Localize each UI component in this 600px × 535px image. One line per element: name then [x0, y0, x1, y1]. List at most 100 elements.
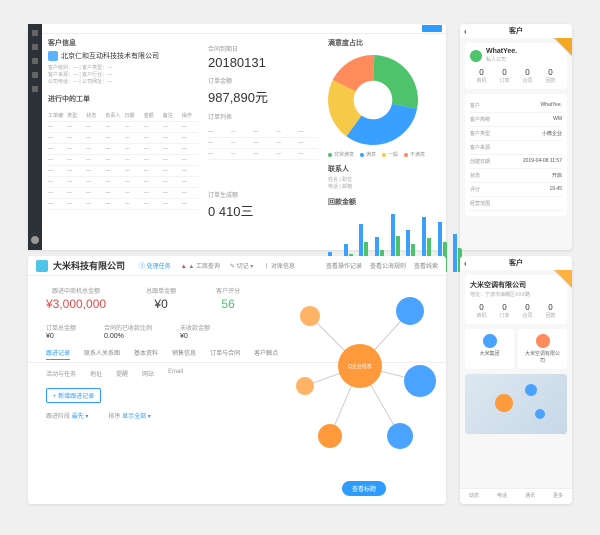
nav-item[interactable]: 电话 [488, 489, 516, 504]
info-row: 状态开启 [470, 169, 562, 183]
page-title: 客户 [509, 258, 523, 268]
mobile-header: ‹ 客户 [460, 24, 572, 38]
tab[interactable]: ① 处理任务 [139, 261, 171, 270]
topbar [42, 24, 446, 34]
link[interactable]: 查看公海规则 [370, 261, 406, 270]
nav-item[interactable]: 更多 [544, 489, 572, 504]
stat-row: 0商机 0订单 0合同 0回款 [470, 303, 562, 319]
table-row[interactable]: ———————— [48, 166, 198, 177]
kpi: 总跟单金额¥0 [146, 286, 176, 311]
link[interactable]: 查看线索 [414, 261, 438, 270]
nav-item[interactable]: 动态 [460, 489, 488, 504]
mobile-header: ‹ 客户 [460, 256, 572, 270]
pie-chart [328, 55, 418, 145]
stat[interactable]: 0合同 [522, 68, 532, 84]
table-row[interactable]: ———————— [48, 122, 198, 133]
kpi-label: 合同到期日 [208, 44, 318, 53]
relationship-graph[interactable]: Q企业信息 [280, 286, 440, 464]
dropdown[interactable]: 显示全部 ▾ [122, 414, 151, 420]
filter[interactable]: 地址 [90, 369, 102, 378]
tab[interactable]: 联系人关系图 [84, 348, 120, 360]
graph-node [525, 384, 537, 396]
section-title: 客户信息 [48, 38, 198, 48]
recommend-card[interactable]: 大米空调有限公司 [518, 329, 567, 369]
info-row: 创建日期2019-04-08 11:57 [470, 155, 562, 169]
dropdown[interactable]: 最先 ▾ [72, 414, 89, 420]
table-row[interactable]: ————— [208, 127, 318, 138]
stat[interactable]: 0回款 [545, 303, 555, 319]
stat[interactable]: 0合同 [522, 303, 532, 319]
stat[interactable]: 0订单 [499, 68, 509, 84]
back-icon[interactable]: ‹ [464, 259, 467, 268]
tab[interactable]: 丨 对账信息 [263, 261, 295, 270]
table-row[interactable]: ———————— [48, 177, 198, 188]
back-icon[interactable]: ‹ [464, 27, 467, 36]
chart-title: 满意度占比 [328, 38, 466, 48]
tab[interactable]: 订单与合同 [210, 348, 240, 360]
recommend-card[interactable]: 大米集团 [465, 329, 514, 369]
new-button[interactable] [422, 25, 442, 32]
nav-icon[interactable] [32, 44, 38, 50]
customer-icon [48, 51, 58, 61]
filter[interactable]: 网站 [142, 369, 154, 378]
kpi-label: 订单金额 [208, 76, 318, 85]
table-row[interactable]: ————— [208, 149, 318, 160]
link[interactable]: 查看操作记录 [326, 261, 362, 270]
avatar-icon [470, 50, 482, 62]
table-row[interactable]: ———————— [48, 188, 198, 199]
tab[interactable]: 基本资料 [134, 348, 158, 360]
nav-icon[interactable] [32, 58, 38, 64]
stat[interactable]: 0商机 [476, 303, 486, 319]
left-nav [28, 24, 42, 250]
table-row[interactable]: ————— [208, 138, 318, 149]
contact-meta: 姓名 | 职位电话 | 邮箱 [328, 177, 466, 191]
customer-row[interactable]: 北京仁和互动科技技术有限公司 [48, 51, 198, 61]
nav-icon[interactable] [32, 86, 38, 92]
avatar[interactable] [31, 236, 39, 244]
stat[interactable]: 0订单 [499, 303, 509, 319]
crm-dashboard: 客户信息 北京仁和互动科技技术有限公司 客户级别：— | 客户类型：—客户来源：… [28, 24, 446, 250]
tab[interactable]: ✎ 切记 ▾ [230, 261, 253, 270]
customer-card: WhatYee.私人公司 0商机 0订单 0合同 0回款 [465, 43, 567, 89]
kpi-value: 0 410三 [208, 201, 318, 220]
filter[interactable]: 活动与任务 [46, 369, 76, 378]
customer-name: 北京仁和互动科技技术有限公司 [61, 51, 159, 61]
filter[interactable]: 提醒 [116, 369, 128, 378]
bar-title: 回款金额 [328, 197, 466, 207]
kpi: 跟进中商机总金额¥3,000,000 [46, 286, 106, 311]
mobile-customer-recommend: ‹ 客户 大米空调有限公司 地址：宁波市海曙区XXX路 0商机 0订单 0合同 0… [460, 256, 572, 504]
page-title: 客户 [509, 26, 523, 36]
info-row: 客户类型小微企业 [470, 127, 562, 141]
customer-card: 大米空调有限公司 地址：宁波市海曙区XXX路 0商机 0订单 0合同 0回款 [465, 275, 567, 324]
tab[interactable]: ▲ ▲ 工商查询 [181, 261, 220, 270]
stat[interactable]: 0商机 [476, 68, 486, 84]
recommend-cards: 大米集团 大米空调有限公司 [460, 329, 572, 369]
tab[interactable]: 客户触点 [254, 348, 278, 360]
nav-item[interactable]: 通讯 [516, 489, 544, 504]
nav-icon[interactable] [32, 72, 38, 78]
mobile-customer-detail: ‹ 客户 WhatYee.私人公司 0商机 0订单 0合同 0回款 客户WhatY… [460, 24, 572, 250]
ticket-table: 工单编号类型状态负责人日期金额备注操作 ———————— ———————— ——… [48, 110, 198, 210]
filter[interactable]: Email [168, 369, 183, 378]
add-followup-button[interactable]: + 新增跟进记录 [46, 388, 101, 403]
table-header: 工单编号类型状态负责人日期金额备注操作 [48, 110, 198, 122]
stat-row: 0商机 0订单 0合同 0回款 [470, 68, 562, 84]
table-row[interactable]: ———————— [48, 144, 198, 155]
table-row[interactable]: ———————— [48, 133, 198, 144]
view-button[interactable]: 查看标题 [342, 481, 386, 496]
customer-name: 大米空调有限公司 [470, 280, 562, 290]
table-row[interactable]: ———————— [48, 155, 198, 166]
customer-detail: 大米科技有限公司 ① 处理任务 ▲ ▲ 工商查询 ✎ 切记 ▾ 丨 对账信息 查… [28, 256, 446, 504]
kpi-label: 订单列表 [208, 112, 318, 121]
nav-icon[interactable] [32, 30, 38, 36]
pie-legend: 非常满意满意一般不满意 [328, 151, 466, 158]
graph-thumbnail[interactable] [465, 374, 567, 434]
tab[interactable]: 跟进记录 [46, 348, 70, 360]
stat[interactable]: 0回款 [545, 68, 555, 84]
tab[interactable]: 销售信息 [172, 348, 196, 360]
table-row[interactable]: ———————— [48, 199, 198, 210]
info-row: 客户简称WM [470, 113, 562, 127]
contact-title: 联系人 [328, 164, 466, 174]
card-icon [536, 334, 550, 348]
info-list: 客户WhatYee. 客户简称WM 客户类型小微企业 客户来源 创建日期2019… [465, 94, 567, 216]
